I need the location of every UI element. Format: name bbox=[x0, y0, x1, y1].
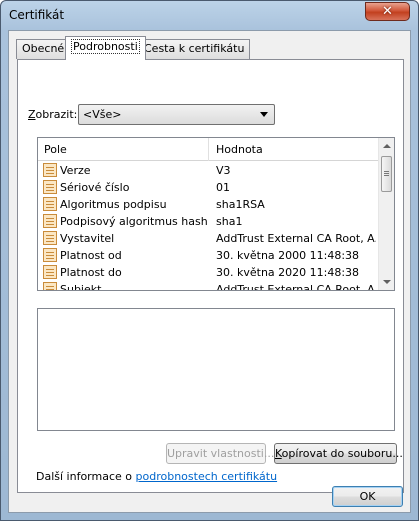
field-name: Subjekt bbox=[60, 283, 102, 291]
column-header-field[interactable]: Pole bbox=[44, 143, 67, 156]
list-item[interactable]: Platnost do 30. května 2020 11:48:38 bbox=[38, 264, 380, 281]
field-value: 01 bbox=[216, 181, 230, 194]
certificate-field-icon bbox=[43, 214, 57, 228]
show-select[interactable]: <Vše> bbox=[78, 104, 275, 125]
field-name: Verze bbox=[60, 164, 91, 177]
field-name: Algoritmus podpisu bbox=[60, 198, 167, 211]
field-name: Vystavitel bbox=[60, 232, 115, 245]
field-value: V3 bbox=[216, 164, 231, 177]
show-label: Zobrazit: bbox=[28, 108, 78, 121]
more-info-text: Další informace o podrobnostech certifik… bbox=[36, 470, 277, 483]
column-divider[interactable] bbox=[208, 138, 209, 161]
scroll-up-arrow-icon[interactable] bbox=[383, 144, 391, 148]
window-title: Certifikát bbox=[9, 8, 65, 22]
close-icon: ✕ bbox=[382, 4, 393, 19]
list-item[interactable]: Algoritmus podpisu sha1RSA bbox=[38, 196, 380, 213]
field-value: sha1RSA bbox=[216, 198, 265, 211]
list-header: Pole Hodnota bbox=[38, 138, 380, 161]
certificate-field-icon bbox=[43, 231, 57, 245]
certificate-field-icon bbox=[43, 197, 57, 211]
field-value: 30. května 2020 11:48:38 bbox=[216, 266, 360, 279]
close-button[interactable]: ✕ bbox=[365, 2, 410, 21]
list-item[interactable]: Podpisový algoritmus hash sha1 bbox=[38, 213, 380, 230]
list-item[interactable]: Sériové číslo 01 bbox=[38, 179, 380, 196]
scrollbar-thumb[interactable] bbox=[381, 156, 392, 192]
fields-list[interactable]: Pole Hodnota Verze V3 Sériové číslo 01 A… bbox=[37, 137, 395, 291]
certificate-field-icon bbox=[43, 248, 57, 262]
field-value: 30. května 2000 11:48:38 bbox=[216, 249, 360, 262]
details-panel: Zobrazit: <Vše> Pole Hodnota Verze V3 Sé… bbox=[17, 59, 404, 493]
dialog-client-area: Obecné Podrobnosti Cesta k certifikátu Z… bbox=[8, 30, 411, 513]
field-value: AddTrust External CA Root, A... bbox=[216, 283, 376, 291]
more-info-prefix: Další informace o bbox=[36, 470, 136, 483]
tab-general-label: Obecné bbox=[22, 42, 65, 55]
field-name: Platnost do bbox=[60, 266, 122, 279]
field-value: AddTrust External CA Root, A... bbox=[216, 232, 376, 245]
tab-certification-path[interactable]: Cesta k certifikátu bbox=[138, 39, 251, 59]
field-value: sha1 bbox=[216, 215, 243, 228]
column-header-value[interactable]: Hodnota bbox=[216, 143, 263, 156]
list-item[interactable]: Platnost od 30. května 2000 11:48:38 bbox=[38, 247, 380, 264]
scroll-down-arrow-icon[interactable] bbox=[383, 280, 391, 284]
field-name: Podpisový algoritmus hash bbox=[60, 215, 208, 228]
list-item[interactable]: Vystavitel AddTrust External CA Root, A.… bbox=[38, 230, 380, 247]
certificate-field-icon bbox=[43, 265, 57, 279]
ok-button[interactable]: OK bbox=[332, 486, 403, 507]
field-name: Platnost od bbox=[60, 249, 122, 262]
tab-details-label: Podrobnosti bbox=[71, 39, 140, 54]
certificate-field-icon bbox=[43, 163, 57, 177]
edit-properties-button[interactable]: Upravit vlastnosti... bbox=[166, 443, 274, 464]
show-select-value: <Vše> bbox=[83, 108, 122, 121]
tab-general[interactable]: Obecné bbox=[16, 39, 71, 59]
list-item[interactable]: Subjekt AddTrust External CA Root, A... bbox=[38, 281, 380, 291]
certificate-window: Certifikát ✕ Obecné Podrobnosti Cesta k … bbox=[0, 0, 419, 521]
chevron-down-icon bbox=[260, 112, 268, 117]
certificate-details-link[interactable]: podrobnostech certifikátu bbox=[136, 470, 278, 483]
tab-details[interactable]: Podrobnosti bbox=[65, 36, 146, 60]
certificate-field-icon bbox=[43, 282, 57, 290]
field-name: Sériové číslo bbox=[60, 181, 130, 194]
field-detail-textarea[interactable] bbox=[37, 308, 395, 431]
list-scrollbar[interactable] bbox=[378, 138, 394, 290]
certificate-field-icon bbox=[43, 180, 57, 194]
copy-to-file-button[interactable]: Kopírovat do souboru... bbox=[274, 443, 403, 464]
list-item[interactable]: Verze V3 bbox=[38, 162, 380, 179]
tab-certification-path-label: Cesta k certifikátu bbox=[144, 42, 245, 55]
